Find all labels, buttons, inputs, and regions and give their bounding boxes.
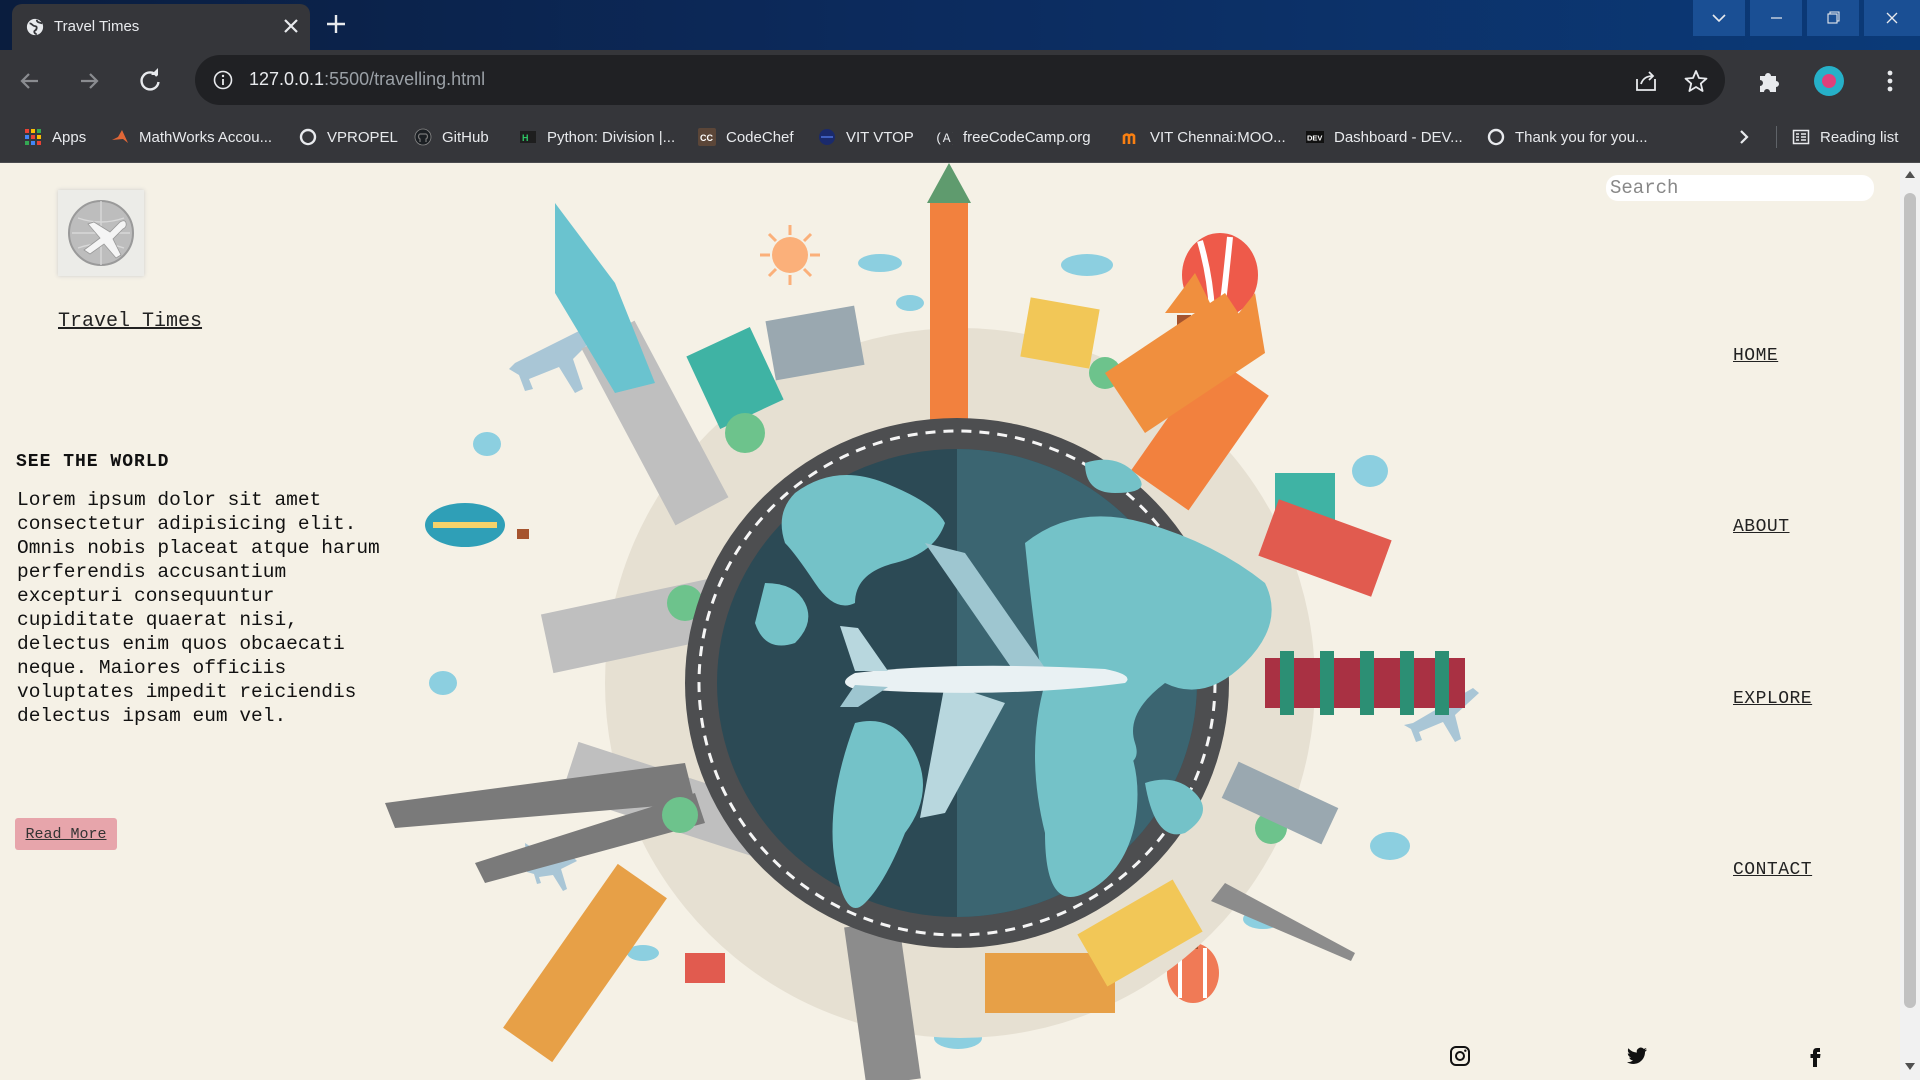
- bookmark-label: GitHub: [442, 128, 489, 146]
- tab-search-button[interactable]: [1693, 0, 1745, 36]
- bookmarks-divider: [1776, 126, 1777, 148]
- globe-plane-logo-icon: [68, 200, 134, 266]
- bookmark-label: freeCodeCamp.org: [963, 128, 1091, 146]
- bookmark-vit-vtop[interactable]: VIT VTOP: [818, 126, 914, 148]
- codechef-icon: CC: [698, 128, 716, 146]
- vertical-scrollbar[interactable]: [1900, 163, 1920, 1080]
- python-site-icon: H: [520, 131, 536, 143]
- hero-paragraph: Lorem ipsum dolor sit amet consectetur a…: [17, 489, 380, 727]
- bookmark-github[interactable]: GitHub: [414, 126, 489, 148]
- url-host: 127.0.0.1: [249, 69, 325, 89]
- forward-arrow-icon[interactable]: [75, 67, 103, 95]
- browser-titlebar: Travel Times: [0, 0, 1920, 50]
- bookmark-star-icon[interactable]: [1683, 68, 1709, 94]
- freecodecamp-icon: (A): [935, 131, 953, 146]
- bookmark-python-division[interactable]: H Python: Division |...: [519, 126, 675, 148]
- browser-toolbar: 127.0.0.1:5500/travelling.html: [0, 50, 1920, 112]
- browser-tab-active[interactable]: Travel Times: [12, 4, 310, 50]
- bookmark-codechef[interactable]: CC CodeChef: [698, 126, 794, 148]
- bookmark-label: VIT VTOP: [846, 128, 914, 146]
- minimize-icon: [1771, 17, 1782, 19]
- profile-avatar[interactable]: [1814, 66, 1844, 96]
- dev-icon: DEV: [1306, 131, 1324, 143]
- extensions-puzzle-icon[interactable]: [1755, 66, 1785, 96]
- url-text[interactable]: 127.0.0.1:5500/travelling.html: [249, 69, 485, 90]
- chevron-down-icon: [1712, 14, 1726, 23]
- bookmark-label: VPROPEL: [327, 128, 398, 146]
- kebab-menu-icon[interactable]: [1880, 66, 1900, 96]
- bookmark-apps[interactable]: Apps: [24, 126, 86, 148]
- back-arrow-icon[interactable]: [16, 67, 44, 95]
- moodle-icon: [1122, 133, 1136, 144]
- scroll-up-arrow-icon[interactable]: [1905, 171, 1915, 178]
- window-close-button[interactable]: [1864, 0, 1920, 36]
- url-path: :5500/travelling.html: [324, 69, 486, 89]
- hot-air-balloon-blue: [425, 503, 529, 547]
- read-more-button[interactable]: Read More: [15, 818, 117, 850]
- facebook-icon[interactable]: [1803, 1044, 1827, 1068]
- bookmark-label: Apps: [52, 128, 87, 146]
- bookmark-vit-chennai-moodle[interactable]: VIT Chennai:MOO...: [1122, 126, 1286, 148]
- bookmark-label: MathWorks Accou...: [139, 128, 273, 146]
- close-icon: [1886, 12, 1898, 24]
- reading-list-label: Reading list: [1820, 128, 1899, 146]
- globe-icon: [26, 18, 44, 36]
- svg-text:(A): (A): [935, 131, 953, 146]
- svg-text:DEV: DEV: [1307, 134, 1322, 143]
- reading-list-button[interactable]: Reading list: [1792, 126, 1898, 148]
- thankyou-icon: [1487, 128, 1505, 146]
- restore-button[interactable]: [1807, 0, 1859, 36]
- bookmark-label: Dashboard - DEV...: [1334, 128, 1463, 146]
- svg-text:H: H: [522, 133, 529, 143]
- bookmark-label: Python: Division |...: [547, 128, 676, 146]
- bookmark-label: Thank you for you...: [1515, 128, 1648, 146]
- mathworks-icon: [112, 130, 128, 143]
- brand-link[interactable]: Travel Times: [58, 310, 202, 333]
- hero-title: SEE THE WORLD: [16, 452, 170, 472]
- bookmark-label: VIT Chennai:MOO...: [1150, 128, 1286, 146]
- reading-list-icon: [1792, 129, 1810, 145]
- chevron-right-icon[interactable]: [1733, 125, 1755, 149]
- info-icon[interactable]: [213, 70, 233, 90]
- bookmark-vpropel[interactable]: VPROPEL: [299, 126, 398, 148]
- github-icon: [414, 128, 432, 146]
- nav-home[interactable]: HOME: [1733, 346, 1778, 366]
- nav-explore[interactable]: EXPLORE: [1733, 689, 1812, 709]
- site-logo[interactable]: [58, 190, 144, 276]
- sun-icon: [760, 225, 820, 285]
- minimize-button[interactable]: [1750, 0, 1802, 36]
- restore-icon: [1827, 11, 1840, 24]
- vpropel-icon: [299, 128, 317, 146]
- nav-contact[interactable]: CONTACT: [1733, 860, 1812, 880]
- bookmark-thank-you[interactable]: Thank you for you...: [1487, 126, 1648, 148]
- apps-grid-icon: [25, 129, 41, 145]
- page-viewport: Travel Times SEE THE WORLD Lorem ipsum d…: [0, 163, 1900, 1080]
- tab-title: Travel Times: [54, 18, 140, 35]
- bookmark-dev-dashboard[interactable]: DEV Dashboard - DEV...: [1306, 126, 1463, 148]
- travel-world-illustration: [385, 163, 1479, 1080]
- address-bar[interactable]: 127.0.0.1:5500/travelling.html: [195, 55, 1725, 105]
- search-input[interactable]: [1606, 175, 1874, 201]
- share-icon[interactable]: [1633, 68, 1659, 94]
- new-tab-icon[interactable]: [323, 11, 349, 37]
- svg-text:CC: CC: [700, 133, 713, 143]
- close-tab-icon[interactable]: [280, 15, 302, 37]
- nav-about[interactable]: ABOUT: [1733, 517, 1790, 537]
- vtop-icon: [819, 129, 835, 145]
- bookmark-freecodecamp[interactable]: (A) freeCodeCamp.org: [935, 126, 1091, 148]
- reload-icon[interactable]: [136, 67, 164, 95]
- bookmark-label: CodeChef: [726, 128, 794, 146]
- twitter-icon[interactable]: [1625, 1044, 1649, 1068]
- bookmarks-bar: Apps MathWorks Accou... VPROPEL GitHub H…: [0, 112, 1920, 163]
- bookmark-mathworks[interactable]: MathWorks Accou...: [111, 126, 272, 148]
- scrollbar-thumb[interactable]: [1904, 193, 1916, 1008]
- scroll-down-arrow-icon[interactable]: [1905, 1063, 1915, 1070]
